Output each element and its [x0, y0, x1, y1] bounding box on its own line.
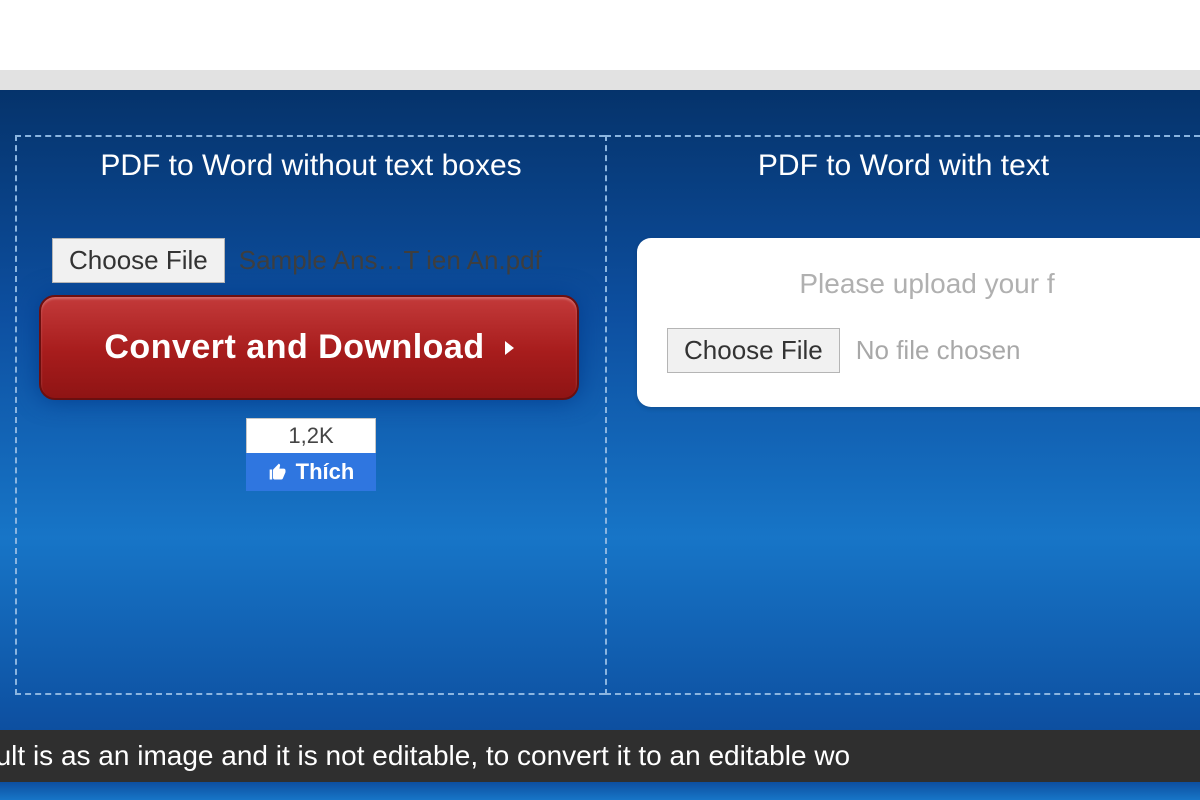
file-input-row-right: Choose File No file chosen: [667, 328, 1187, 373]
choose-file-button-left[interactable]: Choose File: [52, 238, 225, 283]
gap-strip: [0, 70, 1200, 90]
notice-bar: ted result is as an image and it is not …: [0, 730, 1200, 782]
upload-prompt: Please upload your f: [667, 268, 1187, 300]
columns: PDF to Word without text boxes Choose Fi…: [15, 135, 1200, 695]
right-column: PDF to Word with text Please upload your…: [605, 135, 1200, 695]
bottom-strip: [0, 782, 1200, 800]
no-file-chosen-text: No file chosen: [856, 335, 1021, 366]
like-button[interactable]: Thích: [246, 453, 376, 491]
chevron-right-icon: [505, 341, 514, 355]
like-count: 1,2K: [246, 418, 376, 453]
file-input-row-left: Choose File Sample Ans…T ien An.pdf: [52, 238, 605, 283]
thumbs-up-icon: [268, 462, 288, 482]
top-bar: [0, 0, 1200, 70]
convert-download-button[interactable]: Convert and Download: [39, 295, 579, 400]
chosen-filename: Sample Ans…T ien An.pdf: [239, 245, 542, 276]
left-column: PDF to Word without text boxes Choose Fi…: [15, 135, 605, 695]
right-title: PDF to Word with text: [607, 149, 1200, 183]
upload-card: Please upload your f Choose File No file…: [637, 238, 1200, 407]
choose-file-button-right[interactable]: Choose File: [667, 328, 840, 373]
like-button-label: Thích: [296, 459, 355, 485]
convert-button-label: Convert and Download: [104, 328, 484, 367]
main-panel: PDF to Word without text boxes Choose Fi…: [0, 90, 1200, 730]
left-title: PDF to Word without text boxes: [17, 149, 605, 183]
facebook-like-widget: 1,2K Thích: [246, 418, 376, 491]
